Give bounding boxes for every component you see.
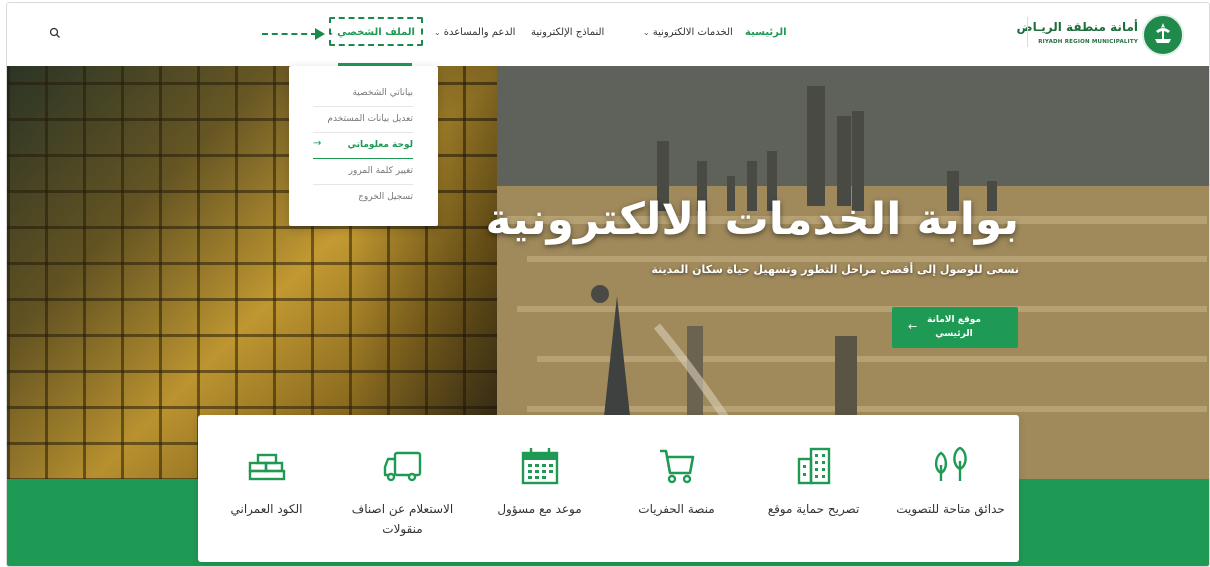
building-icon xyxy=(797,447,830,485)
logo-divider xyxy=(1027,17,1028,47)
dropdown-item-label: تسجيل الخروج xyxy=(358,192,413,202)
service-card-label: منصة الحفريات xyxy=(638,502,715,516)
services-panel: حدائق متاحة للتصويت تصريح حماية موقع منص… xyxy=(198,415,1019,562)
nav-support-label: الدعم والمساعدة xyxy=(443,27,516,38)
annotation-arrow-line xyxy=(262,33,317,35)
annotation-arrow-head xyxy=(315,28,325,40)
municipality-logo[interactable]: أمانة منطقة الريـاض RIYADH REGION MUNICI… xyxy=(1017,14,1184,56)
dropdown-item-label: لوحة معلوماتي xyxy=(347,140,413,150)
dropdown-item-label: تعديل بيانات المستخدم xyxy=(327,114,413,124)
browser-frame: أمانة منطقة الريـاض RIYADH REGION MUNICI… xyxy=(6,2,1210,567)
chevron-down-icon: ⌄ xyxy=(643,28,650,37)
dropdown-item-label: تغيير كلمة المرور xyxy=(348,166,413,176)
nav-support[interactable]: الدعم والمساعدة⌄ xyxy=(431,27,515,38)
main-site-button-label: موقع الامانة الرئيسي xyxy=(927,315,981,339)
service-card-movables-inquiry[interactable]: الاستعلام عن اصناف منقولات xyxy=(334,415,471,562)
emblem-icon xyxy=(1142,14,1184,56)
hero-subtitle: نسعى للوصول إلى أقصى مراحل التطور وتسهيل… xyxy=(651,263,1019,276)
service-card-appointment[interactable]: موعد مع مسؤول xyxy=(471,415,608,562)
nav-eservices[interactable]: الخدمات الالكترونية⌄ xyxy=(640,27,733,38)
trees-icon xyxy=(934,446,967,481)
truck-icon xyxy=(383,451,421,482)
service-card-urban-code[interactable]: الكود العمراني xyxy=(198,415,335,562)
logo-arabic-text: أمانة منطقة الريـاض xyxy=(1016,20,1138,34)
service-card-label: الاستعلام عن اصناف منقولات xyxy=(351,502,454,536)
hero-title: بوابة الخدمات الالكترونية xyxy=(485,194,1019,245)
dropdown-item-personal-data[interactable]: بياناتي الشخصية xyxy=(313,80,413,107)
search-icon[interactable] xyxy=(49,27,61,39)
service-card-label: موعد مع مسؤول xyxy=(497,502,582,516)
dropdown-item-label: بياناتي الشخصية xyxy=(352,88,413,98)
calendar-icon xyxy=(521,448,558,485)
site-header: أمانة منطقة الريـاض RIYADH REGION MUNICI… xyxy=(7,3,1209,66)
service-card-excavation-platform[interactable]: منصة الحفريات xyxy=(608,415,745,562)
bricks-icon xyxy=(248,453,285,481)
cart-icon xyxy=(659,449,694,484)
dropdown-item-edit-user[interactable]: تعديل بيانات المستخدم xyxy=(313,106,413,133)
arrow-right-icon: → xyxy=(313,138,322,149)
service-card-site-protection[interactable]: تصريح حماية موقع xyxy=(745,415,882,562)
dropdown-item-change-password[interactable]: تغيير كلمة المرور xyxy=(313,158,413,185)
chevron-down-icon: ⌄ xyxy=(434,28,441,37)
service-card-label: الكود العمراني xyxy=(230,502,303,516)
nav-home[interactable]: الرئيسية xyxy=(745,27,787,38)
dropdown-item-dashboard[interactable]: → لوحة معلوماتي xyxy=(313,132,413,159)
nav-profile-highlight[interactable]: الملف الشخصي⌄ xyxy=(327,17,423,46)
nav-eservices-label: الخدمات الالكترونية xyxy=(652,27,733,38)
nav-profile-label: الملف الشخصي xyxy=(337,27,415,38)
main-site-button[interactable]: موقع الامانة الرئيسي ← xyxy=(892,307,1018,348)
logo-english-text: RIYADH REGION MUNICIPALITY xyxy=(1038,39,1138,45)
service-card-label: تصريح حماية موقع xyxy=(767,502,860,516)
profile-dropdown-menu: بياناتي الشخصية تعديل بيانات المستخدم → … xyxy=(289,66,438,226)
service-card-parks-voting[interactable]: حدائق متاحة للتصويت xyxy=(882,415,1019,562)
chevron-down-icon: ⌄ xyxy=(327,28,335,37)
dropdown-item-logout[interactable]: تسجيل الخروج xyxy=(313,184,413,210)
nav-eforms[interactable]: النماذج الإلكترونية xyxy=(531,27,604,38)
service-card-label: حدائق متاحة للتصويت xyxy=(896,502,1005,516)
arrow-left-icon: ← xyxy=(908,320,918,333)
nav-profile[interactable]: الملف الشخصي⌄ xyxy=(324,27,415,38)
